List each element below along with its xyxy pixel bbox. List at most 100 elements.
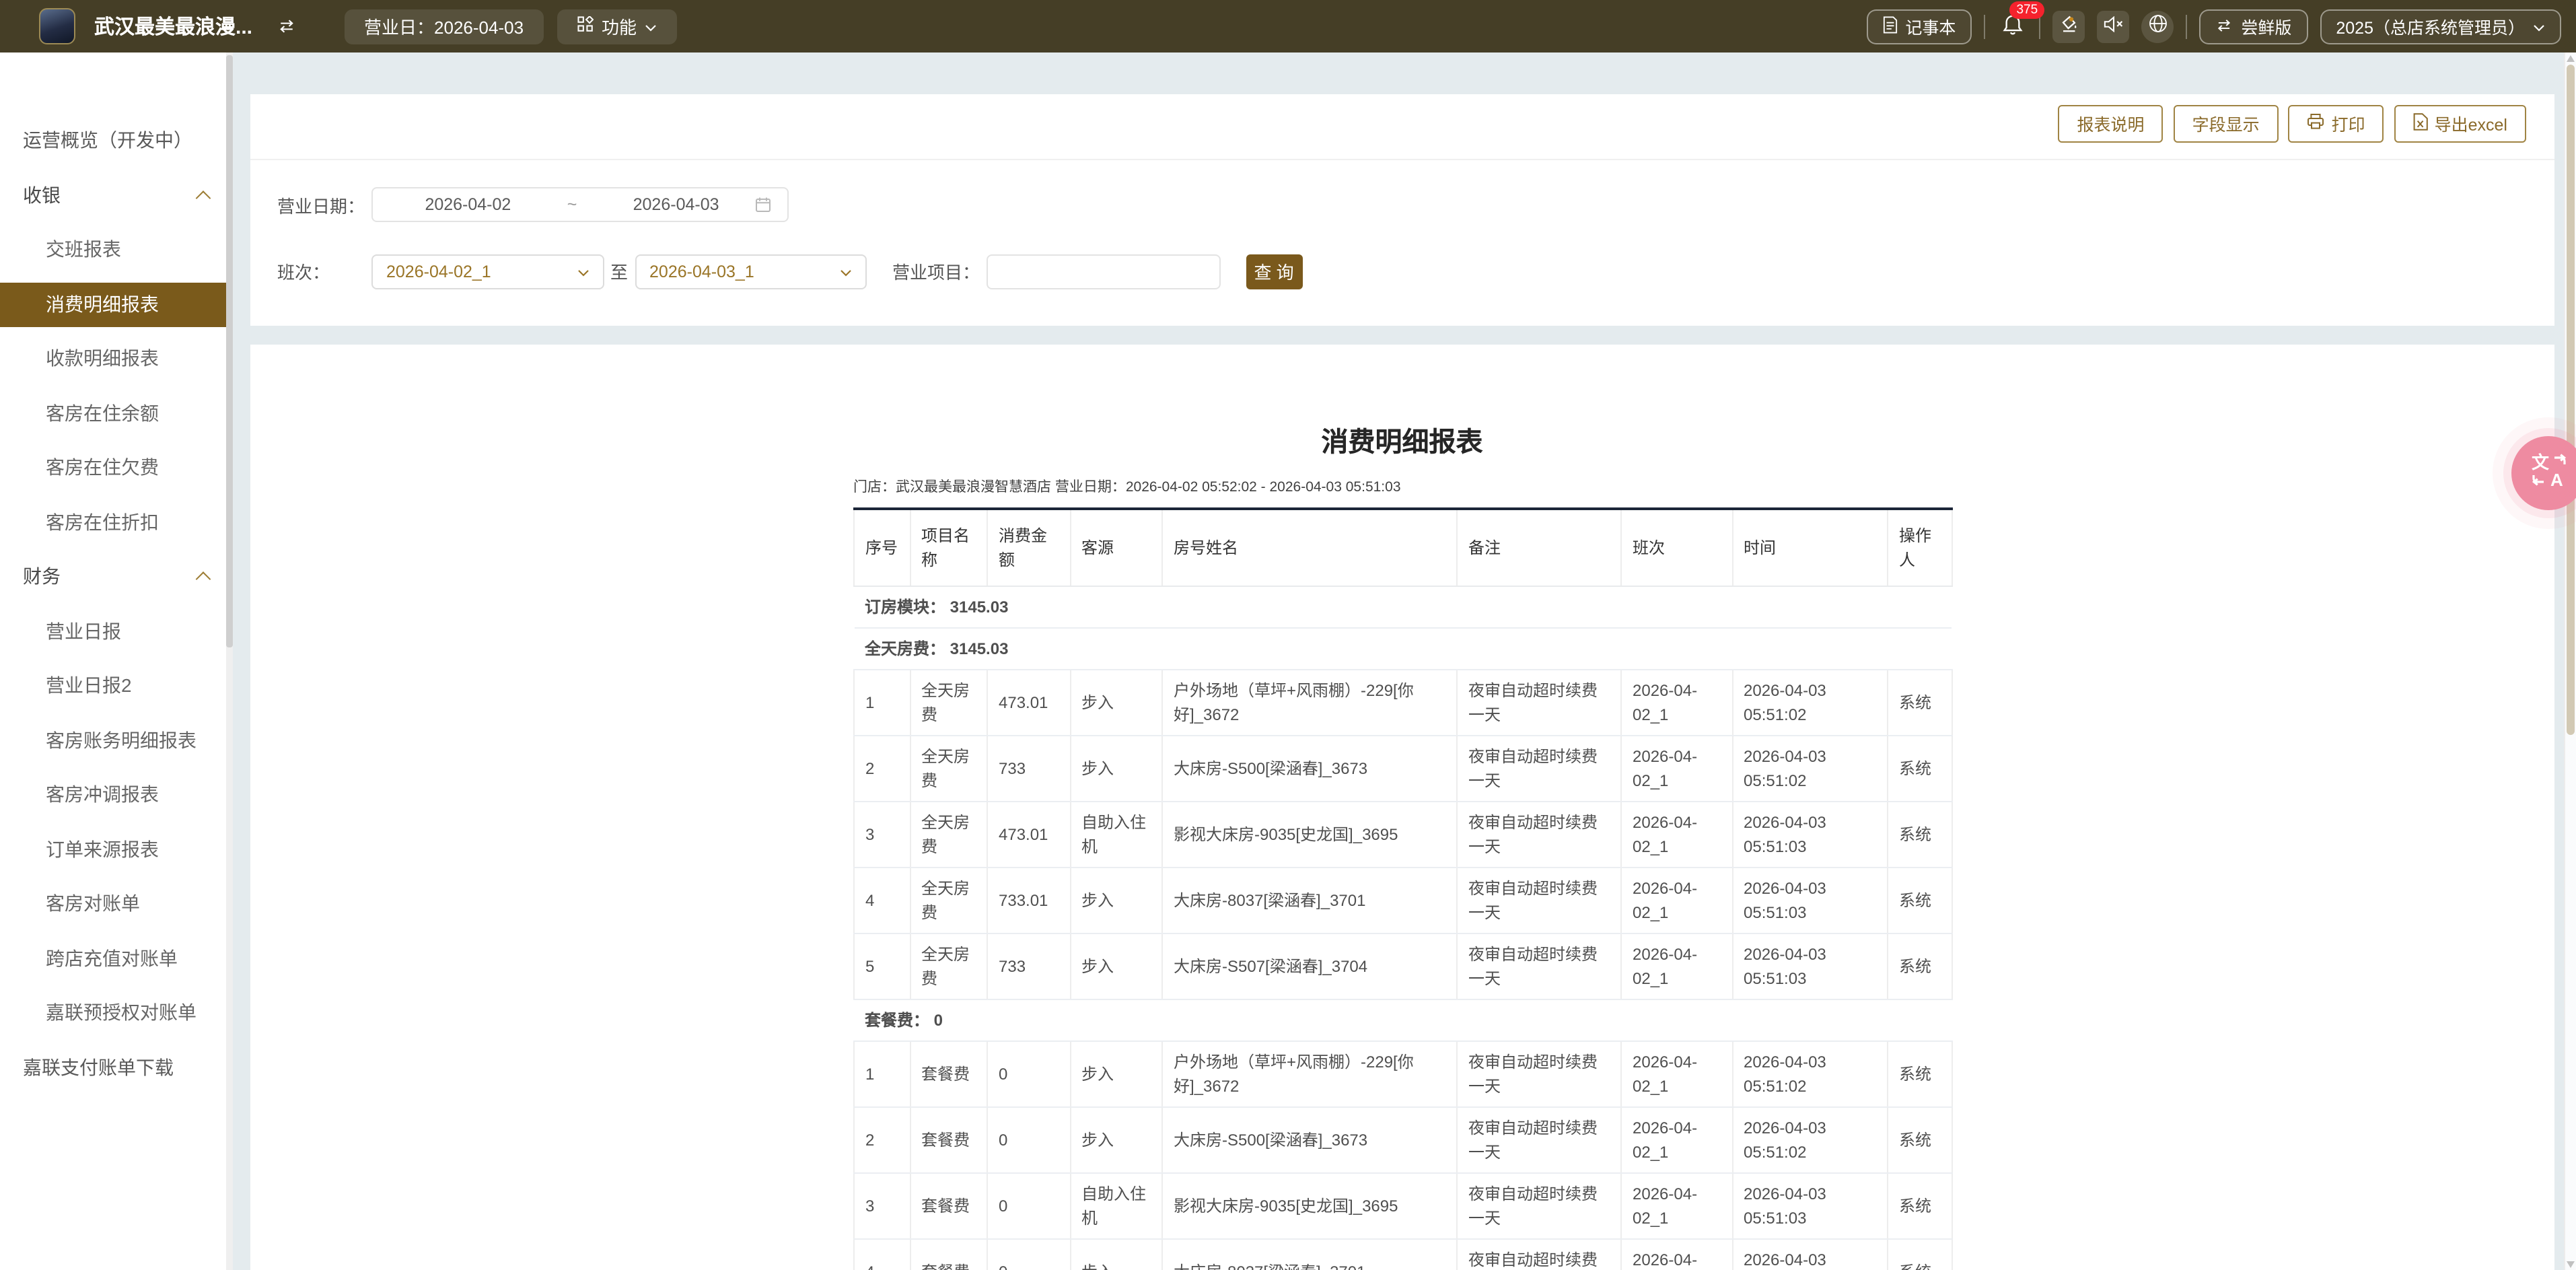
- speaker-muted-icon: [2103, 14, 2123, 38]
- sidebar-item-客房账务明细报表[interactable]: 客房账务明细报表: [0, 713, 232, 767]
- table-cell: 步入: [1070, 736, 1162, 802]
- svg-text:A: A: [2550, 470, 2563, 490]
- section-row: 全天房费： 3145.03: [854, 628, 1952, 670]
- search-button[interactable]: 查 询: [1246, 254, 1302, 289]
- table-cell: 2026-04-03 05:51:02: [1732, 736, 1888, 802]
- mute-button[interactable]: [2097, 10, 2129, 42]
- table-cell: 4: [854, 1239, 910, 1270]
- print-label: 打印: [2332, 111, 2365, 137]
- sidebar-item-交班报表[interactable]: 交班报表: [0, 222, 232, 277]
- sidebar-item-订单来源报表[interactable]: 订单来源报表: [0, 822, 232, 876]
- sidebar-item-客房在住欠费[interactable]: 客房在住欠费: [0, 440, 232, 495]
- sidebar-item-label: 客房对账单: [46, 890, 140, 917]
- table-cell: 2026-04-03 05:51:03: [1732, 868, 1888, 933]
- sidebar-item-label: 客房在住折扣: [46, 509, 159, 536]
- report-table: 序号项目名称消费金额客源房号姓名备注班次时间操作人 订房模块： 3145.03全…: [853, 507, 1952, 1270]
- user-menu[interactable]: 2025（总店系统管理员）: [2320, 9, 2561, 44]
- table-cell: 步入: [1070, 670, 1162, 736]
- field-display-label: 字段显示: [2192, 111, 2260, 137]
- chevron-down-icon: [645, 16, 657, 36]
- project-input[interactable]: [987, 254, 1220, 289]
- report-body: 消费明细报表 门店：武汉最美最浪漫智慧酒店 营业日期：2026-04-02 05…: [853, 420, 1951, 1270]
- table-row: 3全天房费473.01自助入住机影视大床房-9035[史龙国]_3695夜审自动…: [854, 802, 1952, 868]
- sidebar-item-客房在住折扣[interactable]: 客房在住折扣: [0, 495, 232, 549]
- language-button[interactable]: [2141, 10, 2174, 42]
- sidebar-item-label: 客房冲调报表: [46, 781, 159, 808]
- sidebar-item-客房在住余额[interactable]: 客房在住余额: [0, 386, 232, 440]
- sidebar-scrollbar-track[interactable]: [226, 52, 232, 1270]
- section-label: 全天房费： 3145.03: [854, 628, 1952, 670]
- business-day-pill[interactable]: 营业日：2026-04-03: [344, 9, 544, 44]
- section-row: 订房模块： 3145.03: [854, 586, 1952, 628]
- table-cell: 系统: [1888, 1041, 1952, 1107]
- table-cell: 3: [854, 1173, 910, 1239]
- table-cell: 0: [987, 1239, 1070, 1270]
- sidebar-scrollbar-thumb[interactable]: [226, 55, 232, 647]
- section-label: 套餐费： 0: [854, 999, 1952, 1041]
- table-cell: 夜审自动超时续费一天: [1457, 1239, 1621, 1270]
- export-excel-button[interactable]: 导出excel: [2394, 104, 2526, 143]
- calendar-icon: [755, 197, 771, 213]
- table-cell: 系统: [1888, 1239, 1952, 1270]
- notifications-button[interactable]: 375: [1997, 10, 2027, 42]
- table-cell: 夜审自动超时续费一天: [1457, 1107, 1621, 1173]
- table-cell: 系统: [1888, 802, 1952, 868]
- main-content: 报表说明 字段显示 打印 导出excel: [232, 52, 2576, 1270]
- sidebar-item-客房对账单[interactable]: 客房对账单: [0, 876, 232, 931]
- sidebar-item-嘉联支付账单下载[interactable]: 嘉联支付账单下载: [0, 1040, 232, 1094]
- shift-end-select[interactable]: 2026-04-03_1: [635, 254, 867, 289]
- sidebar-item-营业日报[interactable]: 营业日报: [0, 604, 232, 658]
- date-end-value[interactable]: 2026-04-03: [597, 195, 755, 214]
- sidebar-item-收银[interactable]: 收银: [0, 168, 232, 222]
- report-panel: 消费明细报表 门店：武汉最美最浪漫智慧酒店 营业日期：2026-04-02 05…: [250, 345, 2554, 1270]
- date-range-input[interactable]: 2026-04-02 ~ 2026-04-03: [371, 187, 789, 222]
- scrollbar-down-arrow[interactable]: [2567, 1261, 2575, 1267]
- table-cell: 自助入住机: [1070, 802, 1162, 868]
- table-cell: 系统: [1888, 933, 1952, 999]
- topbar-divider: [1984, 14, 1985, 38]
- scrollbar-up-arrow[interactable]: [2567, 55, 2575, 62]
- table-cell: 2026-04-02_1: [1621, 1173, 1732, 1239]
- globe-icon: [2147, 13, 2168, 40]
- table-cell: 2026-04-02_1: [1621, 1041, 1732, 1107]
- field-display-button[interactable]: 字段显示: [2174, 104, 2279, 143]
- sidebar-item-label: 交班报表: [46, 236, 121, 263]
- column-header: 房号姓名: [1162, 509, 1457, 586]
- sidebar-item-客房冲调报表[interactable]: 客房冲调报表: [0, 767, 232, 822]
- date-start-value[interactable]: 2026-04-02: [389, 195, 547, 214]
- sidebar-item-财务[interactable]: 财务: [0, 549, 232, 604]
- table-cell: 733: [987, 736, 1070, 802]
- table-cell: 夜审自动超时续费一天: [1457, 1041, 1621, 1107]
- report-help-button[interactable]: 报表说明: [2059, 104, 2163, 143]
- switch-hotel-icon[interactable]: [277, 19, 295, 34]
- shift-start-select[interactable]: 2026-04-02_1: [371, 254, 604, 289]
- notepad-icon: [1882, 15, 1897, 37]
- table-cell: 步入: [1070, 1239, 1162, 1270]
- topbar-right-group: 记事本 375: [1866, 9, 2561, 44]
- trial-version-button[interactable]: 尝鲜版: [2199, 9, 2307, 44]
- page-scrollbar[interactable]: [2563, 52, 2576, 1270]
- table-cell: 夜审自动超时续费一天: [1457, 670, 1621, 736]
- table-cell: 2026-04-02_1: [1621, 736, 1732, 802]
- table-cell: 全天房费: [910, 868, 987, 933]
- section-row: 套餐费： 0: [854, 999, 1952, 1041]
- theme-skin-button[interactable]: [2052, 10, 2085, 42]
- table-cell: 2026-04-03 05:51:02: [1732, 1107, 1888, 1173]
- sidebar-item-收款明细报表[interactable]: 收款明细报表: [0, 331, 232, 386]
- sidebar-item-label: 营业日报: [46, 618, 121, 645]
- table-row: 4套餐费0步入大床房-8037[梁涵春]_3701夜审自动超时续费一天2026-…: [854, 1239, 1952, 1270]
- table-row: 1全天房费473.01步入户外场地（草坪+风雨棚）-229[你好]_3672夜审…: [854, 670, 1952, 736]
- sidebar-item-运营概览（开发中）[interactable]: 运营概览（开发中）: [0, 113, 232, 168]
- notepad-button[interactable]: 记事本: [1866, 9, 1972, 44]
- page-scrollbar-thumb[interactable]: [2566, 65, 2575, 735]
- sidebar-item-嘉联预授权对账单[interactable]: 嘉联预授权对账单: [0, 985, 232, 1040]
- chevron-down-icon: [2533, 17, 2545, 36]
- functions-menu-button[interactable]: 功能: [557, 9, 677, 44]
- sidebar-item-消费明细报表[interactable]: 消费明细报表: [0, 277, 232, 331]
- table-cell: 2026-04-02_1: [1621, 1239, 1732, 1270]
- sidebar-item-营业日报2[interactable]: 营业日报2: [0, 658, 232, 713]
- app-root: 武汉最美最浪漫... 营业日：2026-04-03 功能 记事本: [0, 0, 2576, 1270]
- table-cell: 0: [987, 1041, 1070, 1107]
- print-button[interactable]: 打印: [2289, 104, 2384, 143]
- sidebar-item-跨店充值对账单[interactable]: 跨店充值对账单: [0, 931, 232, 985]
